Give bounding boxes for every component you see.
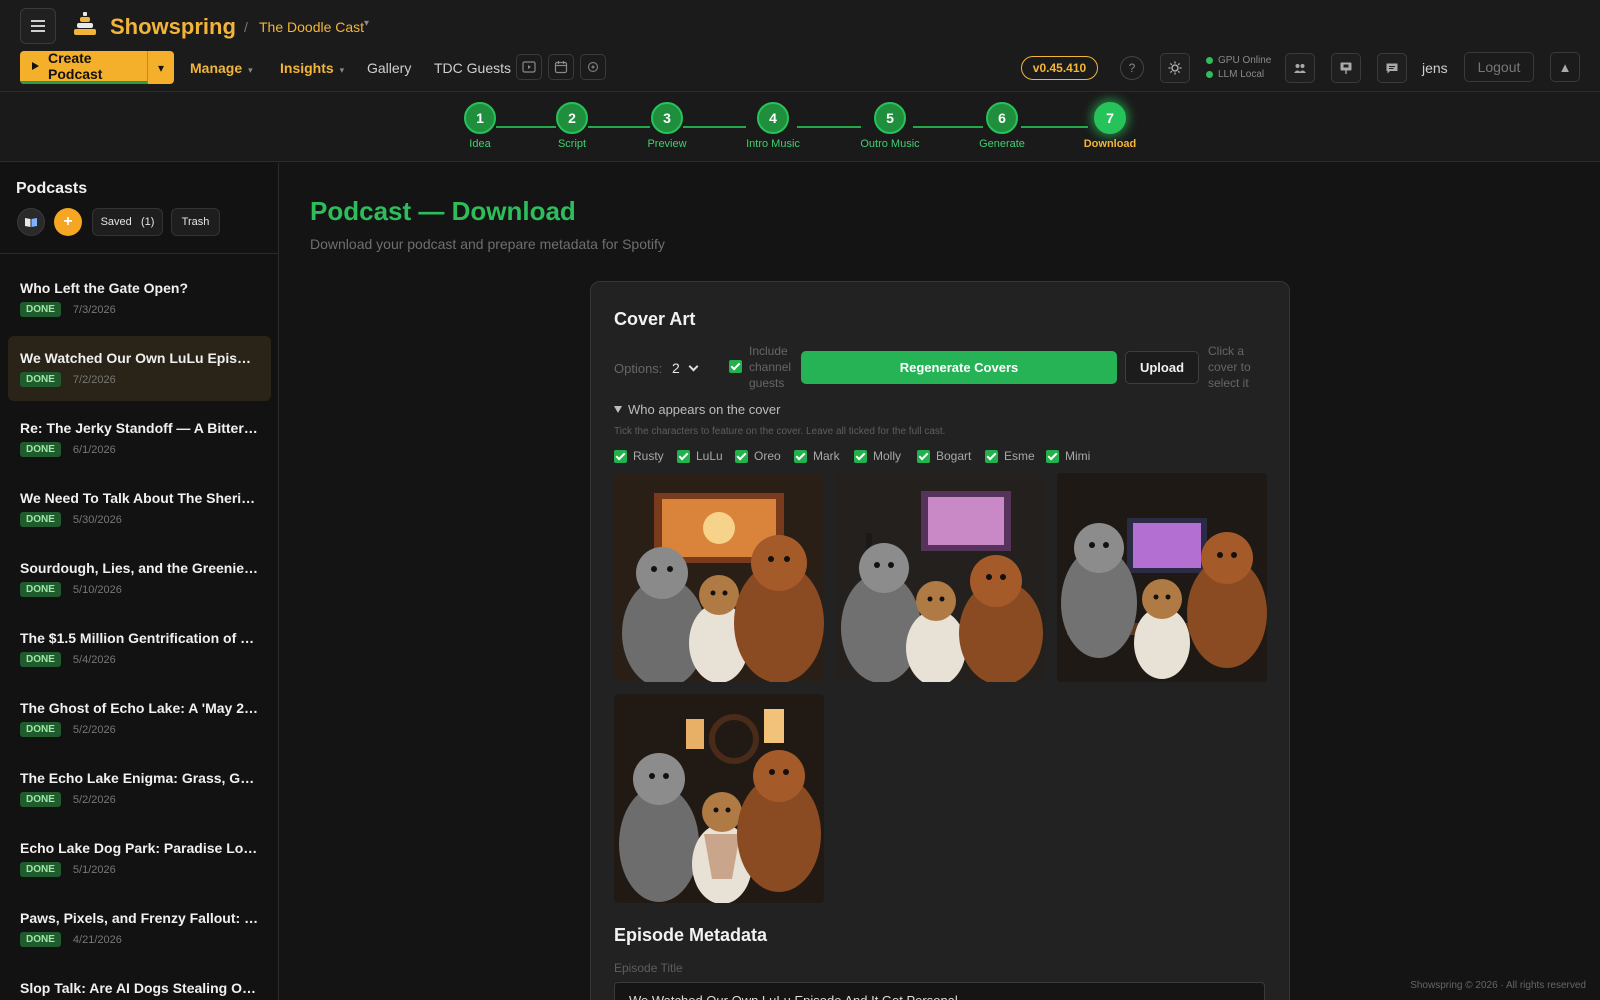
chevron-down-icon: ▾ <box>248 65 253 75</box>
cover-art-heading: Cover Art <box>614 309 696 329</box>
breadcrumb-separator: / <box>244 19 248 35</box>
status-badge: DONE <box>20 372 61 387</box>
play-icon <box>32 62 39 70</box>
status-badge: DONE <box>20 932 61 947</box>
cover-option-2[interactable] <box>836 473 1046 682</box>
page-title: Podcast — Download <box>310 196 576 226</box>
top-bar: Showspring / The Doodle Cast ▾ Create Po… <box>0 0 1600 92</box>
nav-manage[interactable]: Manage ▾ <box>190 60 253 76</box>
create-podcast-label: Create Podcast <box>48 51 103 82</box>
username[interactable]: jens <box>1422 60 1448 76</box>
status-badge: DONE <box>20 652 61 667</box>
regenerate-covers-button[interactable]: Regenerate Covers <box>801 351 1117 384</box>
episode-title-label: Episode Title <box>614 961 683 975</box>
select-cover-hint: Click a cover to select it <box>1208 344 1251 390</box>
create-podcast-button[interactable]: Create Podcast ▾ <box>20 51 174 84</box>
cover-option-1[interactable] <box>614 473 824 682</box>
cover-option-3[interactable] <box>1057 473 1267 682</box>
trash-button[interactable]: Trash <box>171 208 220 236</box>
podcast-list-item[interactable]: The Echo Lake Enigma: Grass, Gates... DON… <box>8 756 271 821</box>
episode-title-input[interactable]: We Watched Our Own LuLu Episode And It G… <box>614 982 1265 1000</box>
status-badge: DONE <box>20 722 61 737</box>
nav-tdc-guests[interactable]: TDC Guests <box>434 60 511 76</box>
chevron-down-icon <box>688 361 699 371</box>
step-generate[interactable]: 6 Generate <box>952 102 1052 150</box>
add-podcast-button[interactable]: + <box>54 208 82 236</box>
settings-icon[interactable] <box>580 54 606 80</box>
character-checkbox-lulu[interactable]: LuLu <box>677 449 723 463</box>
podcast-list-item[interactable]: Echo Lake Dog Park: Paradise Lost ... DON… <box>8 826 271 891</box>
library-book-icon[interactable] <box>17 208 45 236</box>
who-appears-toggle[interactable]: Who appears on the cover <box>614 402 780 417</box>
step-intro-music[interactable]: 4 Intro Music <box>723 102 823 150</box>
status-badge: DONE <box>20 582 61 597</box>
include-guests-label: Include channel guests <box>749 344 792 390</box>
status-badge: DONE <box>20 862 61 877</box>
nav-gallery[interactable]: Gallery <box>367 60 411 76</box>
status-badge: DONE <box>20 792 61 807</box>
disclosure-triangle-icon <box>614 406 622 413</box>
podcast-list-item[interactable]: Who Left the Gate Open? DONE 7/3/2026 <box>8 266 271 331</box>
version-badge: v0.45.410 <box>1021 56 1098 80</box>
users-icon[interactable] <box>1285 53 1315 83</box>
status-dot-icon <box>1206 71 1213 78</box>
cover-option-4[interactable] <box>614 694 824 903</box>
video-icon[interactable] <box>516 54 542 80</box>
podcast-list-item[interactable]: Sourdough, Lies, and the Greenie C... DON… <box>8 546 271 611</box>
status-dot-icon <box>1206 57 1213 64</box>
logo-icon <box>74 12 96 35</box>
podcast-list-item[interactable]: Slop Talk: Are AI Dogs Stealing Our ... <box>8 966 271 1000</box>
presentation-icon[interactable] <box>1331 53 1361 83</box>
options-label: Options: <box>614 361 663 376</box>
podcast-list-item[interactable]: Re: The Jerky Standoff — A Bitter Fl... D… <box>8 406 271 471</box>
page-subtitle: Download your podcast and prepare metada… <box>310 236 665 252</box>
status-badge: DONE <box>20 302 61 317</box>
character-checkbox-rusty[interactable]: Rusty <box>614 449 664 463</box>
help-icon[interactable]: ? <box>1120 56 1144 80</box>
upload-button[interactable]: Upload <box>1125 351 1199 384</box>
nav-insights[interactable]: Insights ▾ <box>280 60 344 76</box>
llm-status: LLM Local <box>1206 69 1264 80</box>
status-badge: DONE <box>20 442 61 457</box>
step-script[interactable]: 2 Script <box>522 102 622 150</box>
character-checkbox-esme[interactable]: Esme <box>985 449 1035 463</box>
podcast-list-item[interactable]: The $1.5 Million Gentrification of Ec...… <box>8 616 271 681</box>
podcast-list-item[interactable]: Paws, Pixels, and Frenzy Fallout: Do... D… <box>8 896 271 961</box>
eject-icon[interactable]: ▲ <box>1550 52 1580 82</box>
chat-icon[interactable] <box>1377 53 1407 83</box>
options-select[interactable]: 2 <box>672 353 716 383</box>
podcast-list-item[interactable]: The Ghost of Echo Lake: A 'May 202... DON… <box>8 686 271 751</box>
step-preview[interactable]: 3 Preview <box>617 102 717 150</box>
character-checkbox-mark[interactable]: Mark <box>794 449 840 463</box>
include-guests-checkbox[interactable] <box>729 360 742 373</box>
character-checkbox-mimi[interactable]: Mimi <box>1046 449 1090 463</box>
character-checkbox-oreo[interactable]: Oreo <box>735 449 781 463</box>
logout-button[interactable]: Logout <box>1464 52 1534 82</box>
step-download[interactable]: 7 Download <box>1060 102 1160 150</box>
podcast-sidebar: Podcasts + Saved (1) Trash Who Left the … <box>0 163 279 1000</box>
character-checkbox-molly[interactable]: Molly <box>854 449 901 463</box>
step-idea[interactable]: 1 Idea <box>430 102 530 150</box>
podcast-list-item-selected[interactable]: We Watched Our Own LuLu Episod... DONE 7/2… <box>8 336 271 401</box>
episode-metadata-heading: Episode Metadata <box>614 925 768 945</box>
saved-filter-button[interactable]: Saved (1) <box>92 208 163 236</box>
divider <box>0 253 278 254</box>
create-dropdown-icon[interactable]: ▾ <box>148 61 174 75</box>
character-checkbox-bogart[interactable]: Bogart <box>917 449 971 463</box>
hamburger-menu-icon[interactable] <box>20 8 56 44</box>
calendar-icon[interactable] <box>548 54 574 80</box>
breadcrumb-channel[interactable]: The Doodle Cast <box>259 19 364 35</box>
gpu-status: GPU Online <box>1206 55 1271 66</box>
breadcrumb-dropdown-icon[interactable]: ▾ <box>364 18 369 29</box>
status-badge: DONE <box>20 512 61 527</box>
footer-copyright: Showspring © 2026 · All rights reserved <box>1410 980 1586 991</box>
sidebar-title: Podcasts <box>16 180 88 197</box>
who-appears-hint: Tick the characters to feature on the co… <box>614 426 946 437</box>
brand-name[interactable]: Showspring <box>110 14 236 40</box>
chevron-down-icon: ▾ <box>339 65 345 75</box>
step-outro-music[interactable]: 5 Outro Music <box>840 102 940 150</box>
theme-toggle-icon[interactable] <box>1160 53 1190 83</box>
podcast-list-item[interactable]: We Need To Talk About The Sheriff'... DON… <box>8 476 271 541</box>
